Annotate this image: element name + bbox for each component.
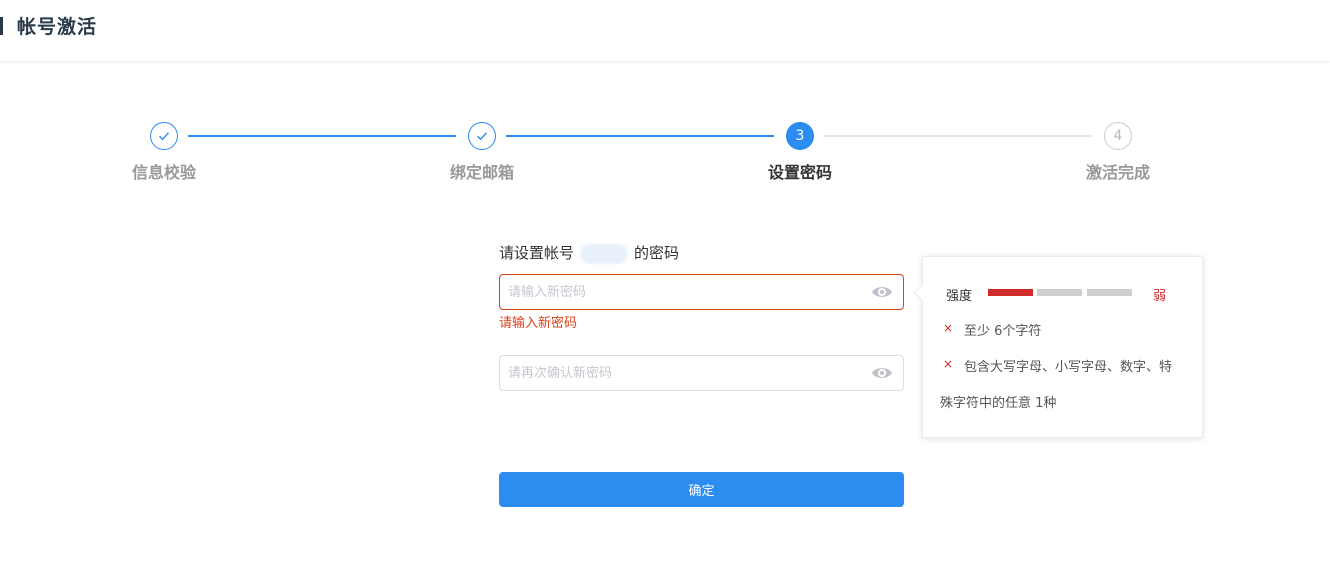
rule-2-cross-icon: × [943, 357, 954, 371]
step-connector-2 [506, 135, 774, 137]
page-header: 帐号激活 [0, 0, 1330, 62]
form-title: 请设置帐号 的密码 [499, 242, 679, 264]
new-password-field [499, 274, 904, 310]
strength-label: 强度 [946, 289, 973, 304]
rule-2-text-line1: 包含大写字母、小写字母、数字、特 [964, 360, 1173, 375]
strength-segment-1 [988, 289, 1033, 296]
steps-progress: 信息校验 绑定邮箱 3 设置密码 4 激活完成 [0, 122, 1330, 192]
show-password-eye-icon[interactable] [871, 283, 893, 301]
form-title-suffix: 的密码 [634, 244, 680, 262]
rule-1-cross-icon: × [943, 321, 954, 335]
step-connector-3 [824, 135, 1092, 137]
step-4-number: 4 [1104, 122, 1132, 150]
step-4-label: 激活完成 [1085, 163, 1151, 182]
step-1-label: 信息校验 [131, 163, 197, 182]
confirm-password-input[interactable] [508, 356, 858, 390]
confirm-password-field [499, 355, 904, 391]
step-2-check-icon [468, 122, 496, 150]
popover-arrow [913, 284, 931, 302]
show-confirm-password-eye-icon[interactable] [871, 364, 893, 382]
step-3-label: 设置密码 [767, 163, 833, 182]
page-title: 帐号激活 [17, 16, 98, 38]
form-title-prefix: 请设置帐号 [499, 244, 575, 262]
step-2-label: 绑定邮箱 [449, 163, 515, 182]
rule-2-text-line2: 殊字符中的任意 1种 [940, 396, 1057, 411]
new-password-error: 请输入新密码 [499, 316, 578, 331]
confirm-button[interactable]: 确定 [499, 472, 904, 507]
strength-level: 弱 [1153, 289, 1167, 304]
step-1-check-icon [150, 122, 178, 150]
new-password-input[interactable] [508, 275, 858, 309]
rule-1-text: 至少 6个字符 [964, 324, 1042, 339]
step-3-number: 3 [786, 122, 814, 150]
strength-segment-3 [1087, 289, 1132, 296]
strength-segment-2 [1037, 289, 1082, 296]
account-name-redacted [580, 243, 629, 264]
step-connector-1 [188, 135, 456, 137]
password-strength-popover: 强度 弱 × 至少 6个字符 × 包含大写字母、小写字母、数字、特 殊字符中的任… [913, 256, 1203, 438]
title-accent-bar [0, 17, 3, 35]
